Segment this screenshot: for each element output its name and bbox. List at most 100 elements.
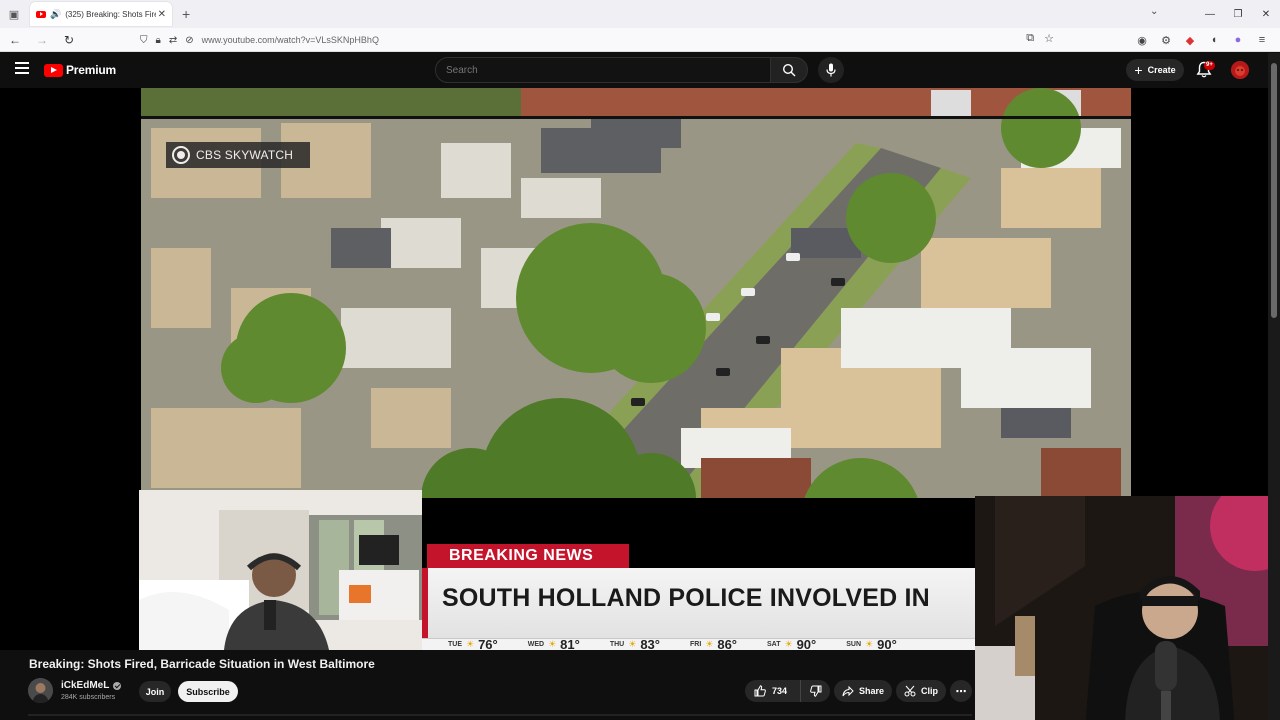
chevron-down-icon[interactable]: ⌄: [1150, 6, 1158, 17]
weather-item: FRI ☀ 86°: [689, 638, 738, 650]
cbs-eye-icon: [172, 146, 190, 164]
extension-fox-icon[interactable]: ◆: [1178, 34, 1202, 47]
share-arrow-icon: [842, 685, 854, 696]
plus-icon: +: [1134, 62, 1143, 78]
weather-item: SUN ☀ 90°: [846, 639, 897, 650]
back-icon[interactable]: ←: [3, 33, 27, 47]
search-button[interactable]: [770, 57, 808, 83]
weather-ticker: TUE ☀ 76° WED ☀ 81° THU ☀ 83° FRI ☀ 86° SAT ☀ 90° …: [422, 638, 975, 650]
weather-day: SAT: [767, 641, 781, 648]
weather-temp: 83°: [640, 638, 660, 650]
sun-icon: ☀: [865, 639, 874, 649]
video-player[interactable]: BREAKING NEWS SOUTH HOLLAND POLICE INVOL…: [0, 88, 1268, 720]
weather-item: WED ☀ 81°: [527, 638, 580, 650]
shield-icon[interactable]: ⛉: [140, 35, 148, 46]
lock-icon[interactable]: 🔒︎: [156, 35, 161, 46]
news-lower-third: BREAKING NEWS SOUTH HOLLAND POLICE INVOL…: [422, 544, 975, 650]
weather-temp: 86°: [717, 638, 738, 650]
subscribe-button[interactable]: Subscribe: [178, 681, 238, 702]
restore-icon[interactable]: ❐: [1224, 9, 1252, 20]
reload-icon[interactable]: ↻: [57, 33, 81, 47]
youtube-header: Premium + Create: [0, 53, 1268, 88]
url-text[interactable]: www.youtube.com/watch?v=VLsSKNpHBhQ: [202, 35, 379, 45]
window-controls: — ❐ ✕: [1196, 0, 1280, 28]
extensions-icon[interactable]: ⚙: [1154, 34, 1178, 47]
tab-close-icon[interactable]: ✕: [158, 9, 166, 20]
browser-toolbar: ◉ ⚙ ◆ ◖ ● ≡: [1130, 30, 1274, 50]
extension-audio-icon[interactable]: ◖: [1202, 34, 1226, 46]
cbs-badge-text: CBS SKYWATCH: [196, 148, 294, 162]
share-label: Share: [858, 686, 884, 696]
youtube-favicon-icon: [36, 10, 46, 18]
bookmark-star-icon[interactable]: ☆: [1044, 32, 1054, 45]
more-actions-icon[interactable]: ⋯: [950, 680, 972, 702]
menu-icon[interactable]: ≡: [1250, 34, 1274, 46]
browser-tabbar: ▣ 🔊 (325) Breaking: Shots Fired, ✕ + ⌄ —…: [0, 0, 1280, 28]
create-button[interactable]: + Create: [1126, 59, 1184, 81]
weather-item: THU ☀ 83°: [609, 638, 660, 650]
guide-menu-icon[interactable]: [15, 62, 29, 74]
browser-navbar: ← → ↻ ⛉ 🔒︎ ⇄ ⊘ www.youtube.com/watch?v=V…: [0, 28, 1280, 52]
weather-day: THU: [609, 641, 625, 648]
search-input[interactable]: [446, 64, 770, 76]
weather-day: FRI: [689, 641, 702, 648]
scissors-icon: [904, 685, 916, 697]
cbs-skywatch-badge: CBS SKYWATCH: [166, 142, 310, 168]
picture-in-picture-icon[interactable]: ⧉: [1026, 32, 1034, 45]
sun-icon: ☀: [705, 639, 714, 649]
new-tab-icon[interactable]: +: [182, 6, 190, 22]
like-button[interactable]: 734: [745, 680, 801, 702]
dislike-button[interactable]: [801, 685, 830, 697]
webcam-right-overlay: [975, 496, 1268, 720]
channel-avatar[interactable]: [28, 678, 53, 703]
clip-button[interactable]: Clip: [896, 680, 946, 702]
tracking-icon[interactable]: ⊘: [185, 35, 193, 46]
youtube-logo[interactable]: Premium: [44, 63, 116, 77]
news-headline: SOUTH HOLLAND POLICE INVOLVED IN: [442, 584, 930, 612]
like-dislike-group: 734: [745, 680, 830, 702]
sun-icon: ☀: [466, 639, 475, 649]
account-icon[interactable]: ◉: [1130, 34, 1154, 47]
weather-day: TUE: [448, 641, 462, 648]
weather-temp: 81°: [560, 638, 580, 650]
sun-icon: ☀: [784, 639, 793, 649]
channel-name-text[interactable]: iCkEdMeL: [61, 680, 109, 691]
browser-tab-active[interactable]: 🔊 (325) Breaking: Shots Fired, ✕: [30, 2, 172, 26]
weather-temp: 90°: [796, 638, 817, 650]
search-icon: [782, 63, 796, 77]
divider: [28, 714, 972, 716]
page-scrollbar[interactable]: [1268, 53, 1280, 720]
video-title: Breaking: Shots Fired, Barricade Situati…: [29, 657, 375, 671]
tab-list-icon[interactable]: ▣: [2, 0, 26, 28]
screen: ▣ 🔊 (325) Breaking: Shots Fired, ✕ + ⌄ —…: [0, 0, 1280, 720]
weather-day: SUN: [846, 641, 862, 648]
share-button[interactable]: Share: [834, 680, 892, 702]
breaking-news-label: BREAKING NEWS: [427, 544, 629, 568]
search-box[interactable]: [435, 57, 771, 83]
close-window-icon[interactable]: ✕: [1252, 9, 1280, 20]
user-avatar[interactable]: [1231, 61, 1249, 79]
webcam-left-image: [139, 490, 422, 650]
sun-icon: ☀: [548, 639, 557, 649]
join-button[interactable]: Join: [139, 681, 171, 702]
notification-badge: 9+: [1204, 61, 1215, 70]
weather-day: WED: [527, 641, 545, 648]
speaker-icon[interactable]: 🔊: [50, 9, 61, 20]
scrollbar-thumb[interactable]: [1271, 63, 1277, 318]
microphone-icon: [826, 63, 836, 77]
extension-ai-icon[interactable]: ●: [1226, 34, 1250, 46]
subscriber-count: 284K subscribers: [61, 694, 116, 701]
voice-search-button[interactable]: [818, 57, 844, 83]
url-actions: ⧉ ☆: [1016, 32, 1054, 45]
weather-temp: 76°: [478, 638, 498, 650]
channel-name[interactable]: iCkEdMeL: [61, 680, 122, 691]
url-bar[interactable]: ⛉ 🔒︎ ⇄ ⊘ www.youtube.com/watch?v=VLsSKNp…: [140, 30, 1060, 50]
minimize-icon[interactable]: —: [1196, 9, 1224, 20]
sun-icon: ☀: [628, 639, 637, 649]
weather-item: TUE ☀ 76°: [448, 638, 498, 650]
permissions-icon[interactable]: ⇄: [169, 35, 177, 46]
forward-icon[interactable]: →: [30, 33, 54, 47]
webcam-left-overlay: [139, 490, 422, 650]
webcam-right-image: [975, 496, 1268, 720]
thumbs-up-icon: [754, 685, 766, 697]
